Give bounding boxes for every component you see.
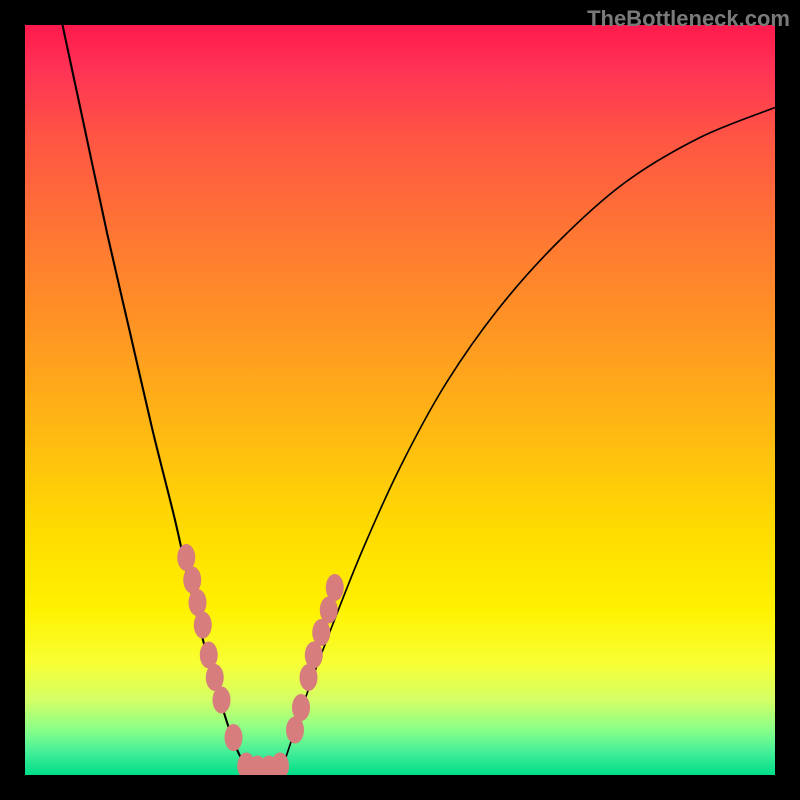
- sample-dot: [292, 694, 310, 721]
- plot-area: [25, 25, 775, 775]
- curve-right-arm: [280, 108, 775, 776]
- sample-dot: [194, 612, 212, 639]
- watermark-text: TheBottleneck.com: [587, 6, 790, 32]
- sample-dot: [213, 687, 231, 714]
- sample-dots: [177, 544, 344, 775]
- chart-svg: [25, 25, 775, 775]
- curve-left-arm: [63, 25, 251, 775]
- sample-dot: [224, 724, 242, 751]
- sample-dot: [326, 574, 344, 601]
- chart-frame: TheBottleneck.com: [0, 0, 800, 800]
